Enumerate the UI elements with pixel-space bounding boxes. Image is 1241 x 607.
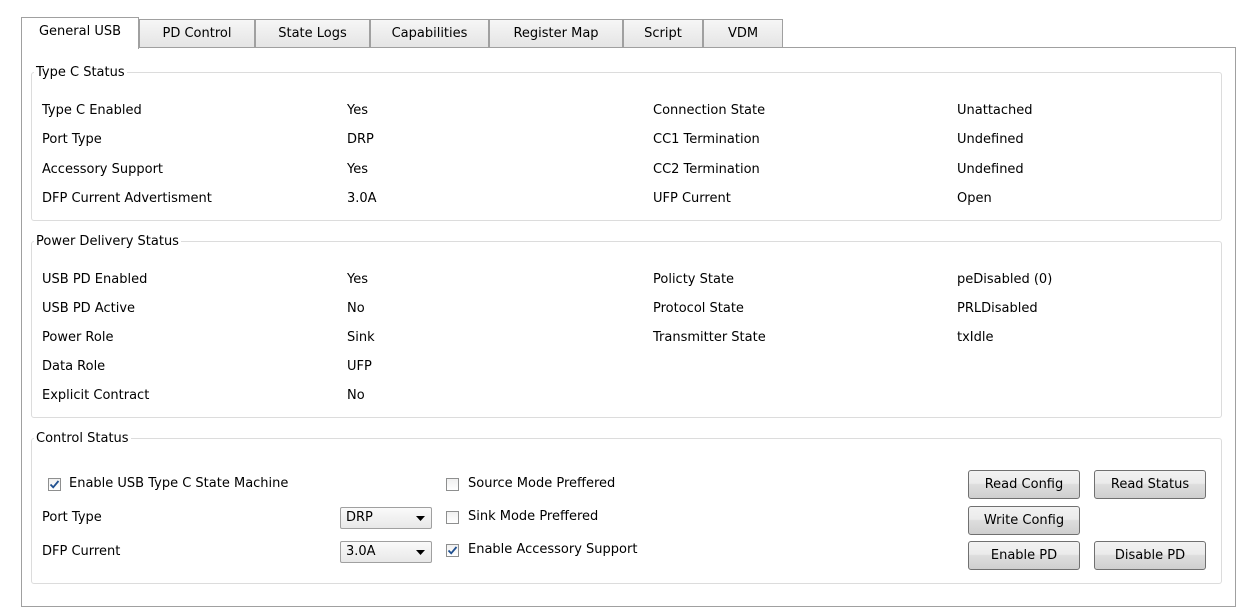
write-config-button[interactable]: Write Config bbox=[968, 506, 1080, 535]
dfp-current-advertisment-label: DFP Current Advertisment bbox=[42, 191, 212, 206]
type-c-enabled-value: Yes bbox=[347, 103, 368, 118]
tab-capabilities[interactable]: Capabilities bbox=[370, 19, 489, 48]
enable-state-machine-label[interactable]: Enable USB Type C State Machine bbox=[69, 476, 288, 491]
checkmark-icon bbox=[49, 480, 60, 489]
accessory-support-label: Accessory Support bbox=[42, 162, 164, 177]
usb-pd-enabled-label: USB PD Enabled bbox=[42, 272, 148, 287]
cc1-termination-label: CC1 Termination bbox=[653, 132, 760, 147]
connection-state-value: Unattached bbox=[957, 103, 1033, 118]
port-type-select-value: DRP bbox=[346, 510, 373, 525]
power-role-value: Sink bbox=[347, 330, 375, 345]
cc1-termination-value: Undefined bbox=[957, 132, 1024, 147]
tab-bar: General USB PD Control State Logs Capabi… bbox=[21, 17, 1236, 49]
policy-state-label: Policty State bbox=[653, 272, 735, 287]
dfp-current-control-label: DFP Current bbox=[42, 544, 121, 559]
dfp-current-select[interactable]: 3.0A bbox=[340, 541, 432, 563]
tab-register-map[interactable]: Register Map bbox=[489, 19, 623, 48]
sink-mode-preferred-checkbox[interactable] bbox=[446, 511, 459, 524]
control-status-title: Control Status bbox=[36, 431, 129, 446]
source-mode-preferred-checkbox[interactable] bbox=[446, 478, 459, 491]
data-role-value: UFP bbox=[347, 359, 372, 374]
enable-state-machine-checkbox[interactable] bbox=[48, 478, 61, 491]
disable-pd-button[interactable]: Disable PD bbox=[1094, 541, 1206, 570]
tab-general-usb[interactable]: General USB bbox=[21, 17, 139, 49]
checkmark-icon bbox=[447, 546, 458, 555]
read-config-button[interactable]: Read Config bbox=[968, 470, 1080, 499]
transmitter-state-value: txIdle bbox=[957, 330, 994, 345]
transmitter-state-label: Transmitter State bbox=[653, 330, 766, 345]
protocol-state-label: Protocol State bbox=[653, 301, 744, 316]
chevron-down-icon bbox=[416, 550, 425, 555]
port-type-control-label: Port Type bbox=[42, 510, 102, 525]
enable-accessory-support-label[interactable]: Enable Accessory Support bbox=[468, 542, 637, 557]
connection-state-label: Connection State bbox=[653, 103, 766, 118]
policy-state-value: peDisabled (0) bbox=[957, 272, 1053, 287]
chevron-down-icon bbox=[416, 516, 425, 521]
power-delivery-status-group: Power Delivery Status bbox=[31, 234, 1222, 418]
usb-pd-active-value: No bbox=[347, 301, 365, 316]
dfp-current-advertisment-value: 3.0A bbox=[347, 191, 377, 206]
tab-state-logs[interactable]: State Logs bbox=[255, 19, 370, 48]
tab-pd-control[interactable]: PD Control bbox=[139, 19, 255, 48]
ufp-current-value: Open bbox=[957, 191, 992, 206]
enable-accessory-support-checkbox[interactable] bbox=[446, 544, 459, 557]
sink-mode-preferred-label[interactable]: Sink Mode Preffered bbox=[468, 509, 598, 524]
read-status-button[interactable]: Read Status bbox=[1094, 470, 1206, 499]
power-role-label: Power Role bbox=[42, 330, 114, 345]
cc2-termination-label: CC2 Termination bbox=[653, 162, 760, 177]
usb-pd-enabled-value: Yes bbox=[347, 272, 368, 287]
port-type-select[interactable]: DRP bbox=[340, 507, 432, 529]
accessory-support-value: Yes bbox=[347, 162, 368, 177]
enable-pd-button[interactable]: Enable PD bbox=[968, 541, 1080, 570]
port-type-value: DRP bbox=[347, 132, 374, 147]
explicit-contract-label: Explicit Contract bbox=[42, 388, 150, 403]
port-type-label: Port Type bbox=[42, 132, 102, 147]
data-role-label: Data Role bbox=[42, 359, 106, 374]
dfp-current-select-value: 3.0A bbox=[346, 544, 376, 559]
source-mode-preferred-label[interactable]: Source Mode Preffered bbox=[468, 476, 615, 491]
protocol-state-value: PRLDisabled bbox=[957, 301, 1038, 316]
type-c-enabled-label: Type C Enabled bbox=[42, 103, 142, 118]
explicit-contract-value: No bbox=[347, 388, 365, 403]
power-delivery-status-title: Power Delivery Status bbox=[36, 234, 179, 249]
usb-pd-active-label: USB PD Active bbox=[42, 301, 136, 316]
ufp-current-label: UFP Current bbox=[653, 191, 731, 206]
cc2-termination-value: Undefined bbox=[957, 162, 1024, 177]
tab-script[interactable]: Script bbox=[623, 19, 703, 48]
tab-vdm[interactable]: VDM bbox=[703, 19, 783, 48]
type-c-status-title: Type C Status bbox=[36, 65, 125, 80]
